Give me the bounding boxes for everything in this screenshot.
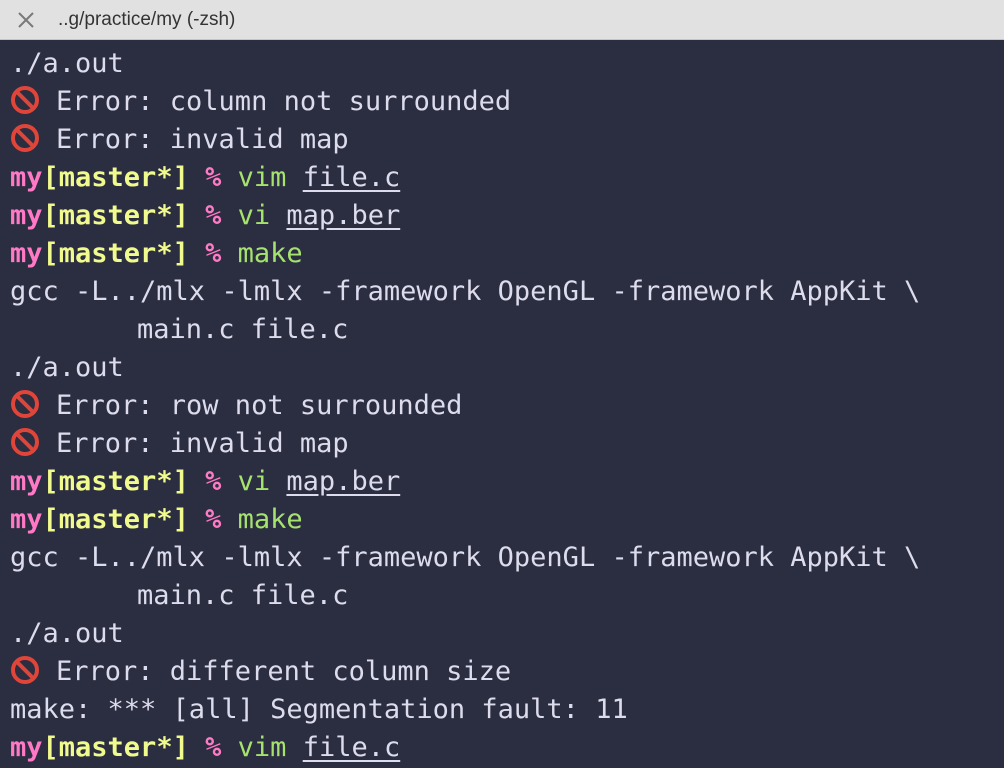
prompt-bracket-open: [ <box>42 238 59 269</box>
prompt-dir: my <box>10 732 43 763</box>
command-arg-file[interactable]: map.ber <box>286 466 400 497</box>
error-line: Error: column not surrounded <box>10 83 1004 121</box>
prompt-bracket-close: ] <box>172 238 189 269</box>
error-line: Error: row not surrounded <box>10 387 1004 425</box>
output-text: gcc -L../mlx -lmlx -framework OpenGL -fr… <box>10 276 921 307</box>
output-text: make: *** [all] Segmentation fault: 11 <box>10 694 628 725</box>
output-line: make: *** [all] Segmentation fault: 11 <box>10 691 1004 729</box>
prompt-symbol: % <box>205 162 222 193</box>
error-line: Error: invalid map <box>10 425 1004 463</box>
prompt-bracket-open: [ <box>42 200 59 231</box>
prompt-symbol: % <box>205 732 222 763</box>
no-entry-icon <box>10 655 40 685</box>
title-bar: ..g/practice/my (-zsh) <box>0 0 1004 40</box>
prompt-line: my[master*] % make <box>10 501 1004 539</box>
error-text: Error: column not surrounded <box>56 86 512 117</box>
output-line: ./a.out <box>10 615 1004 653</box>
no-entry-icon <box>10 123 40 153</box>
prompt-symbol: % <box>205 238 222 269</box>
no-entry-icon <box>10 85 40 115</box>
prompt-branch: master* <box>58 162 173 193</box>
prompt-dir: my <box>10 466 43 497</box>
prompt-branch: master* <box>58 504 173 535</box>
prompt-symbol: % <box>205 200 222 231</box>
command-arg-file[interactable]: file.c <box>303 732 401 763</box>
command-name: vim <box>237 162 287 193</box>
prompt-branch: master* <box>58 238 173 269</box>
prompt-dir: my <box>10 162 43 193</box>
prompt-symbol: % <box>205 466 222 497</box>
prompt-line: my[master*] % vi map.ber <box>10 463 1004 501</box>
command-name: make <box>237 238 303 269</box>
output-text: ./a.out <box>10 618 124 649</box>
prompt-bracket-open: [ <box>42 504 59 535</box>
command-name: make <box>237 504 303 535</box>
prompt-branch: master* <box>58 732 173 763</box>
output-text: ./a.out <box>10 48 124 79</box>
prompt-line: my[master*] % vim file.c <box>10 159 1004 197</box>
prompt-line: my[master*] % vim file.c <box>10 729 1004 767</box>
prompt-line: my[master*] % vi map.ber <box>10 197 1004 235</box>
prompt-bracket-open: [ <box>42 162 59 193</box>
prompt-bracket-close: ] <box>172 162 189 193</box>
error-text: Error: invalid map <box>56 124 349 155</box>
output-line: ./a.out <box>10 349 1004 387</box>
prompt-symbol: % <box>205 504 222 535</box>
output-text: gcc -L../mlx -lmlx -framework OpenGL -fr… <box>10 542 921 573</box>
error-text: Error: different column size <box>56 656 512 687</box>
prompt-branch: master* <box>58 200 173 231</box>
output-text: main.c file.c <box>137 314 349 345</box>
prompt-line: my[master*] % make <box>10 235 1004 273</box>
error-text: Error: invalid map <box>56 428 349 459</box>
output-line: gcc -L../mlx -lmlx -framework OpenGL -fr… <box>10 539 1004 577</box>
command-arg-file[interactable]: map.ber <box>286 200 400 231</box>
prompt-dir: my <box>10 200 43 231</box>
prompt-bracket-open: [ <box>42 466 59 497</box>
command-name: vim <box>237 732 287 763</box>
output-text: ./a.out <box>10 352 124 383</box>
prompt-branch: master* <box>58 466 173 497</box>
close-icon[interactable] <box>14 8 38 32</box>
prompt-bracket-close: ] <box>172 466 189 497</box>
output-line: gcc -L../mlx -lmlx -framework OpenGL -fr… <box>10 273 1004 311</box>
command-name: vi <box>237 466 271 497</box>
tab-title: ..g/practice/my (-zsh) <box>58 9 236 30</box>
prompt-bracket-close: ] <box>172 200 189 231</box>
output-line: main.c file.c <box>10 577 1004 615</box>
prompt-bracket-close: ] <box>172 504 189 535</box>
prompt-dir: my <box>10 504 43 535</box>
error-line: Error: different column size <box>10 653 1004 691</box>
prompt-bracket-open: [ <box>42 732 59 763</box>
no-entry-icon <box>10 389 40 419</box>
prompt-bracket-close: ] <box>172 732 189 763</box>
output-text: main.c file.c <box>137 580 349 611</box>
terminal-output[interactable]: ./a.out Error: column not surrounded Error… <box>10 45 1004 768</box>
error-text: Error: row not surrounded <box>56 390 463 421</box>
no-entry-icon <box>10 427 40 457</box>
command-name: vi <box>237 200 271 231</box>
prompt-dir: my <box>10 238 43 269</box>
error-line: Error: invalid map <box>10 121 1004 159</box>
command-arg-file[interactable]: file.c <box>303 162 401 193</box>
output-line: main.c file.c <box>10 311 1004 349</box>
output-line: ./a.out <box>10 45 1004 83</box>
